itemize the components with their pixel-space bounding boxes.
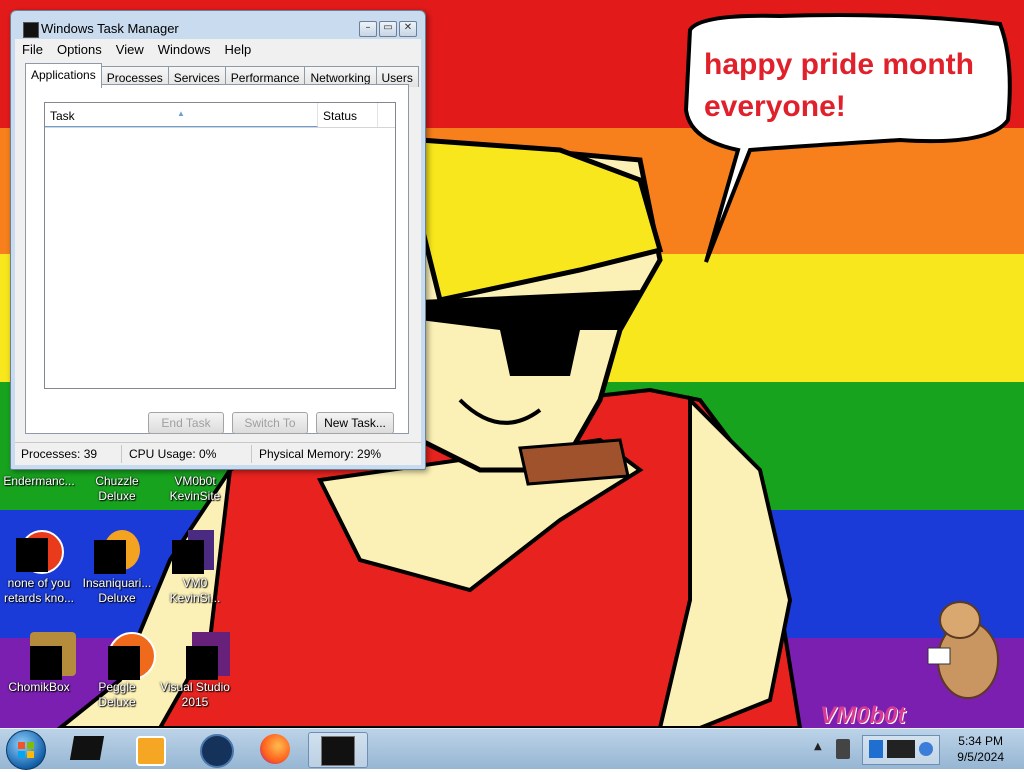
status-memory: Physical Memory: 29% xyxy=(259,447,382,461)
column-status-label: Status xyxy=(323,109,358,123)
new-task-button[interactable]: New Task... xyxy=(316,412,394,434)
desktop-icon-label: Insaniquari... Deluxe xyxy=(82,576,152,605)
status-divider xyxy=(121,445,122,463)
app-icon xyxy=(172,526,218,574)
window-controls: – ▭ ✕ xyxy=(359,21,417,37)
windows-logo-icon xyxy=(18,742,34,758)
task-list[interactable]: ▲ Task Status xyxy=(44,102,396,389)
window-title: Windows Task Manager xyxy=(41,21,179,36)
desktop-icon-kevinsite[interactable]: VM0b0t KevinSite xyxy=(156,474,234,504)
tray-app-area[interactable] xyxy=(862,735,940,765)
menu-help[interactable]: Help xyxy=(217,39,258,59)
taskbar-task-manager[interactable] xyxy=(308,732,368,768)
switch-to-button[interactable]: Switch To xyxy=(232,412,308,434)
list-header: ▲ Task Status xyxy=(45,103,395,128)
status-divider xyxy=(251,445,252,463)
taskbar-firefox[interactable] xyxy=(246,732,302,766)
sort-ascending-icon: ▲ xyxy=(177,109,185,118)
status-cpu: CPU Usage: 0% xyxy=(129,447,217,461)
window-body: File Options View Windows Help Applicati… xyxy=(15,39,421,465)
app-circle-icon xyxy=(200,734,234,768)
app-icon xyxy=(94,630,156,680)
end-task-button[interactable]: End Task xyxy=(148,412,224,434)
close-button[interactable]: ✕ xyxy=(399,21,417,37)
menu-windows[interactable]: Windows xyxy=(151,39,218,59)
taskbar: ▲ 5:34 PM 9/5/2024 xyxy=(0,728,1024,770)
media-player-icon xyxy=(136,736,166,766)
task-manager-icon xyxy=(23,22,39,38)
app-icon xyxy=(172,630,230,680)
desktop-icon-endermanc[interactable]: Endermanc... xyxy=(0,474,78,489)
desktop-icon-insaniquarium[interactable]: Insaniquari... Deluxe xyxy=(78,526,156,606)
column-task-label: Task xyxy=(50,109,75,123)
desktop-icon-label: VM0b0t KevinSite xyxy=(169,474,221,503)
speech-bubble-text: happy pride month everyone! xyxy=(704,48,974,123)
menu-options[interactable]: Options xyxy=(50,39,109,59)
maximize-button[interactable]: ▭ xyxy=(379,21,397,37)
task-manager-window[interactable]: Windows Task Manager – ▭ ✕ File Options … xyxy=(10,10,426,470)
column-task[interactable]: ▲ Task xyxy=(45,103,318,127)
menu-bar: File Options View Windows Help xyxy=(15,39,258,59)
desktop-icon-label: Chuzzle Deluxe xyxy=(95,474,139,503)
clock-date: 9/5/2024 xyxy=(957,750,1004,764)
task-manager-taskbar-icon xyxy=(321,736,355,766)
desktop-icon-label: Peggle Deluxe xyxy=(98,680,136,709)
desktop-icon-peggle[interactable]: Peggle Deluxe xyxy=(78,630,156,710)
desktop-icon-chuzzle[interactable]: Chuzzle Deluxe xyxy=(78,474,156,504)
black-box-icon xyxy=(69,736,105,760)
show-hidden-icons-icon[interactable]: ▲ xyxy=(814,741,822,752)
minimize-button[interactable]: – xyxy=(359,21,377,37)
status-bar: Processes: 39 CPU Usage: 0% Physical Mem… xyxy=(15,442,421,465)
status-processes: Processes: 39 xyxy=(21,447,98,461)
column-status[interactable]: Status xyxy=(318,103,378,127)
desktop-icon-label: Visual Studio 2015 xyxy=(160,680,230,709)
app-icon xyxy=(16,526,64,574)
taskbar-black-app[interactable] xyxy=(60,732,116,766)
tray-network-icon xyxy=(919,742,933,756)
desktop-icon-label: Endermanc... xyxy=(3,474,75,488)
tray-battery-icon[interactable] xyxy=(836,739,850,759)
applications-panel: ▲ Task Status End Task Switch To New Tas… xyxy=(25,84,409,434)
desktop-icon-label: none of you retards kno... xyxy=(3,576,75,605)
menu-view[interactable]: View xyxy=(109,39,151,59)
system-clock[interactable]: 5:34 PM 9/5/2024 xyxy=(957,733,1004,765)
menu-file[interactable]: File xyxy=(15,39,50,59)
desktop-icon-visual-studio[interactable]: Visual Studio 2015 xyxy=(156,630,234,710)
tray-monitor-icon xyxy=(887,740,915,758)
app-icon xyxy=(16,630,76,680)
app-icon xyxy=(94,526,140,574)
desktop-icon-chomikbox[interactable]: ChomikBox xyxy=(0,630,78,695)
tray-app-icon xyxy=(869,740,883,758)
taskbar-app-circle[interactable] xyxy=(186,732,242,768)
desktop-icon-label: ChomikBox xyxy=(8,680,70,694)
taskbar-media-player[interactable] xyxy=(120,732,176,766)
start-button[interactable] xyxy=(6,730,46,770)
wallpaper-signature: VM0b0t xyxy=(820,702,906,728)
desktop-icon-label: VM0 KevinSi... xyxy=(169,576,221,605)
desktop-icon-kevinsi[interactable]: VM0 KevinSi... xyxy=(156,526,234,606)
clock-time: 5:34 PM xyxy=(958,734,1003,748)
firefox-icon xyxy=(260,734,290,764)
desktop-icon-none-of-you[interactable]: none of you retards kno... xyxy=(0,526,78,606)
tab-applications[interactable]: Applications xyxy=(25,63,102,88)
